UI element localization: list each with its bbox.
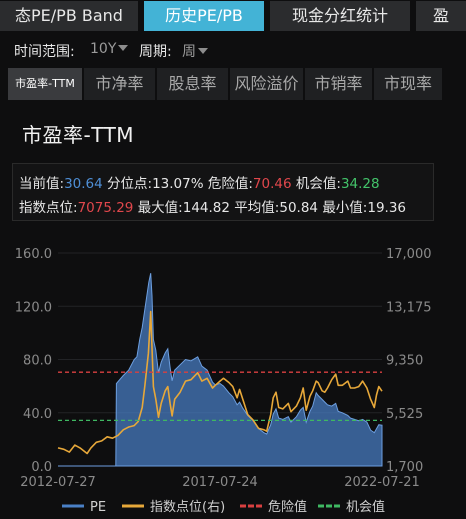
x-tick-label: 2022-07-21	[344, 475, 420, 490]
y-right-tick-label: 1,700	[386, 460, 423, 475]
x-tick-label: 2017-07-24	[182, 475, 258, 490]
min-value: 19.36	[367, 200, 407, 216]
tab-historical-pe-pb[interactable]: 历史PE/PB	[144, 1, 264, 31]
period-label: 周期:	[139, 44, 172, 60]
tab-dynamic-pe-pb-band[interactable]: 态PE/PB Band	[0, 1, 138, 31]
max-value: 144.82	[182, 200, 230, 216]
tab-risk-premium[interactable]: 风险溢价	[230, 68, 303, 100]
current-label: 当前值:	[19, 176, 65, 192]
tab-cash-dividend-stats[interactable]: 现金分红统计	[270, 1, 410, 31]
filter-row: 时间范围: 10Y 周期: 周	[0, 38, 466, 62]
y-right-tick-label: 5,525	[386, 407, 423, 422]
x-tick-label: 2012-07-27	[20, 475, 96, 490]
legend-label: PE	[90, 500, 106, 515]
opportunity-value: 34.28	[340, 176, 380, 192]
y-left-tick-label: 120.0	[15, 300, 52, 315]
avg-label: 平均值:	[234, 200, 280, 216]
tab-dividend-yield[interactable]: 股息率	[157, 68, 228, 100]
chevron-down-icon	[198, 48, 208, 54]
metric-tab-bar: 市盈率-TTM 市净率 股息率 风险溢价 市销率 市现率	[8, 68, 466, 102]
y-right-tick-label: 9,350	[386, 354, 423, 369]
y-right-tick-label: 17,000	[386, 247, 432, 262]
percentile-value: 13.07%	[152, 176, 204, 192]
y-left-tick-label: 80.0	[23, 354, 52, 369]
pe-chart[interactable]: 0.0 40.0 80.0 120.0 160.0 1,700 5,525 9,350 13,1…	[0, 228, 466, 519]
time-range-label: 时间范围:	[14, 44, 75, 60]
y-left-tick-label: 160.0	[15, 247, 52, 262]
tab-ps[interactable]: 市销率	[305, 68, 372, 100]
tab-pcf[interactable]: 市现率	[374, 68, 442, 100]
stats-panel: 当前值:30.64 分位点:13.07% 危险值:70.46 机会值:34.28…	[12, 163, 434, 221]
y-left-tick-label: 0.0	[31, 460, 52, 475]
index-label: 指数点位:	[19, 200, 78, 216]
min-label: 最小值:	[322, 200, 368, 216]
chart-title: 市盈率-TTM	[22, 123, 135, 147]
y-left-tick-label: 40.0	[23, 407, 52, 422]
current-value: 30.64	[64, 176, 103, 192]
y-right-tick-label: 13,175	[386, 300, 432, 315]
avg-value: 50.84	[279, 200, 319, 216]
legend-label: 机会值	[346, 499, 385, 515]
danger-label: 危险值:	[207, 176, 253, 192]
tab-overflow[interactable]: 盈	[416, 1, 466, 31]
tab-pe-ttm[interactable]: 市盈率-TTM	[8, 68, 82, 100]
legend-label: 指数点位(右)	[150, 500, 225, 515]
legend-label: 危险值	[268, 499, 307, 515]
percentile-label: 分位点:	[107, 176, 153, 192]
top-tab-bar: 态PE/PB Band 历史PE/PB 现金分红统计 盈	[0, 0, 466, 34]
opportunity-label: 机会值:	[295, 176, 341, 192]
index-value: 7075.29	[77, 200, 134, 216]
chevron-down-icon	[118, 45, 129, 51]
max-label: 最大值:	[137, 200, 183, 216]
period-select[interactable]: 周	[182, 41, 208, 61]
time-range-value: 10Y	[90, 41, 117, 57]
time-range-select[interactable]: 10Y	[90, 41, 129, 57]
tab-pb[interactable]: 市净率	[84, 68, 155, 100]
danger-value: 70.46	[252, 176, 292, 192]
period-value: 周	[182, 44, 196, 60]
